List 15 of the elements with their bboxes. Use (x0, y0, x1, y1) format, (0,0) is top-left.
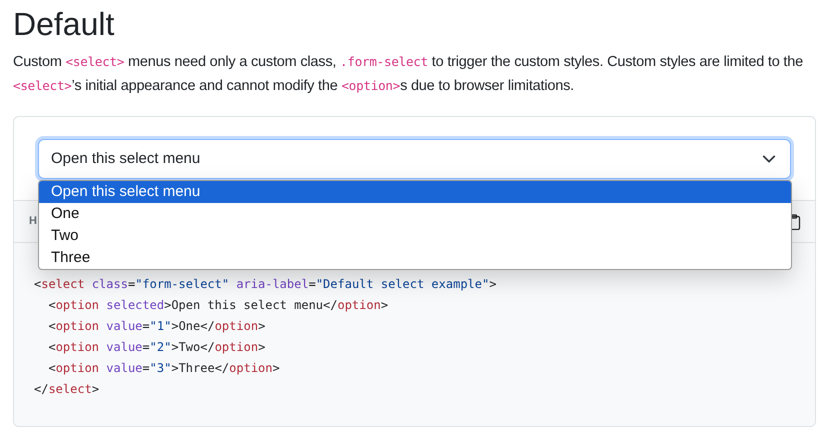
select-field[interactable]: Open this select menu (38, 139, 791, 179)
code-line: <option value="1">One</option> (47, 318, 266, 335)
dropdown-option[interactable]: Open this select menu (39, 181, 791, 203)
dropdown-option[interactable]: Two (39, 225, 791, 247)
code-line: <option value="2">Two</option> (47, 339, 266, 356)
dropdown-option[interactable]: One (39, 203, 791, 225)
code-line: <option value="3">Three</option> (47, 360, 281, 377)
language-label: H (29, 214, 38, 230)
dropdown-option[interactable]: Three (39, 247, 791, 269)
code-line: </select> (34, 381, 100, 398)
code-line: <select class="form-select" aria-label="Default select example"> (34, 276, 498, 293)
select-value: Open this select menu (51, 148, 200, 169)
section-heading: Default (13, 5, 116, 44)
code-line: <option selected>Open this select menu</option> (47, 297, 390, 314)
description-paragraph: Custom <select> menus need only a custom class, .form-select to trigger the custom styles. Custom styles are limited to the <select>’s initial appearance and cannot modify the <option>s due to browser limitations. (13, 53, 804, 96)
